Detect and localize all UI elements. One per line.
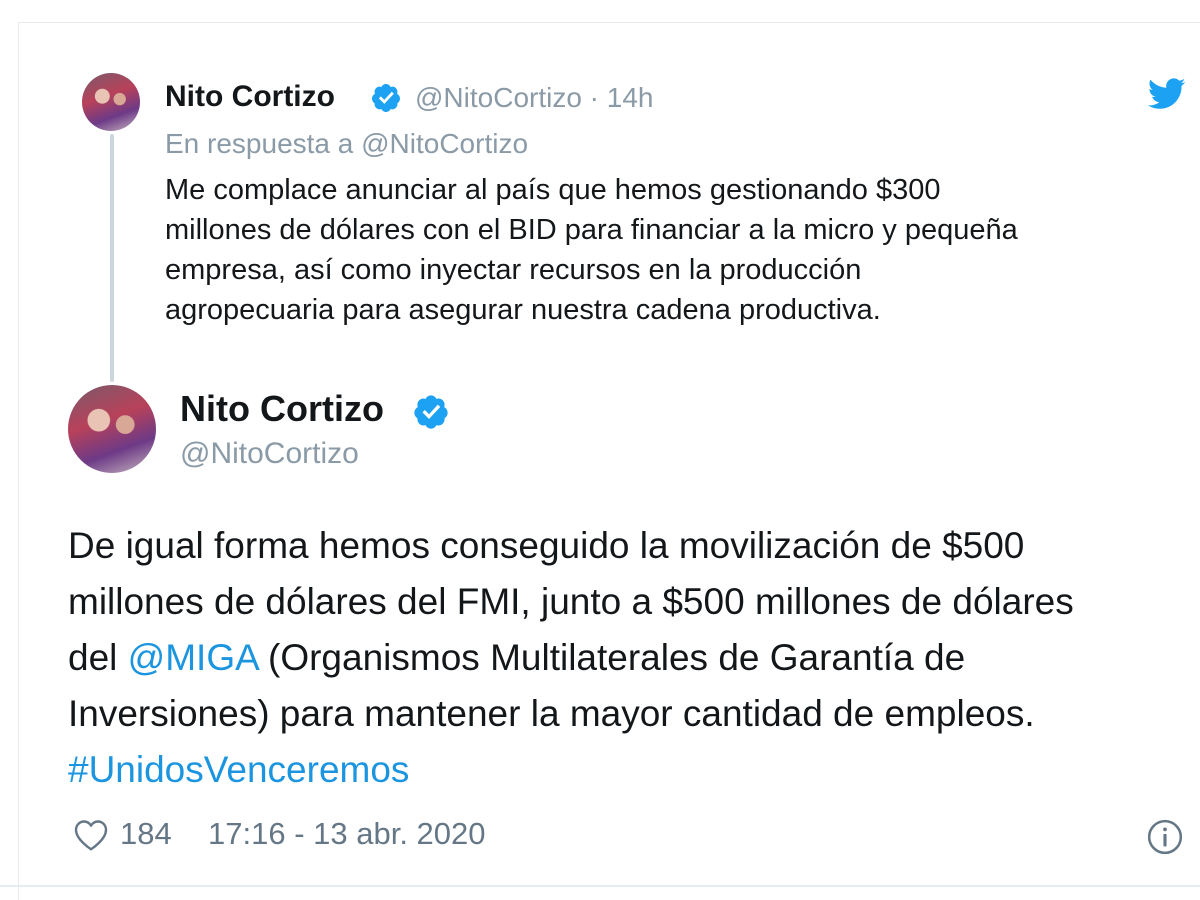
quoted-text-line: millones de dólares con el BID para fina…	[165, 214, 1018, 246]
tweet-text-line: millones de dólares del FMI, junto a $50…	[68, 581, 1074, 622]
tweet-text-line: del @MIGA (Organismos Multilaterales de …	[68, 630, 1178, 686]
mention-link[interactable]: @MIGA	[128, 637, 258, 678]
quoted-text-line: empresa, así como inyectar recursos en l…	[165, 254, 862, 286]
tweet-text: De igual forma hemos conseguido la movil…	[68, 518, 1178, 798]
heart-icon[interactable]	[73, 818, 109, 857]
author-handle[interactable]: @NitoCortizo	[180, 437, 359, 471]
text-fragment: del	[68, 637, 128, 678]
quoted-avatar[interactable]	[82, 73, 140, 131]
divider	[0, 885, 1200, 887]
info-icon[interactable]	[1146, 818, 1184, 861]
text-fragment: (Organismos Multilaterales de Garantía d…	[257, 637, 966, 678]
author-display-name[interactable]: Nito Cortizo	[180, 388, 384, 430]
reply-to-label[interactable]: En respuesta a @NitoCortizo	[165, 128, 528, 160]
quoted-display-name[interactable]: Nito Cortizo	[165, 80, 335, 114]
tweet-timestamp[interactable]: 17:16 - 13 abr. 2020	[208, 816, 486, 852]
hashtag-link[interactable]: #UnidosVenceremos	[68, 742, 1178, 798]
tweet-text-line: Inversiones) para mantener la mayor cant…	[68, 693, 1035, 734]
quoted-tweet-text: Me complace anunciar al país que hemos g…	[165, 170, 1175, 330]
verified-badge-icon	[370, 82, 402, 114]
quoted-text-line: Me complace anunciar al país que hemos g…	[165, 174, 941, 206]
twitter-bird-icon[interactable]	[1147, 78, 1186, 115]
quoted-handle-time[interactable]: @NitoCortizo · 14h	[415, 82, 654, 114]
like-count[interactable]: 184	[120, 816, 172, 852]
tweet-text-line: De igual forma hemos conseguido la movil…	[68, 525, 1025, 566]
thread-connector-line	[110, 134, 114, 382]
verified-badge-icon	[412, 393, 450, 431]
author-avatar[interactable]	[68, 385, 156, 473]
quoted-text-line: agropecuaria para asegurar nuestra caden…	[165, 294, 881, 326]
